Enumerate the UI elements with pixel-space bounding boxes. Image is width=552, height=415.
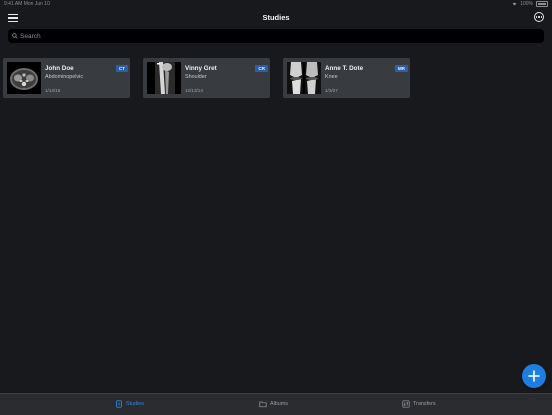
- study-date: 1/3/07: [325, 88, 338, 93]
- search-input[interactable]: [20, 29, 540, 43]
- tab-bar: Studies Albums Transfers: [0, 393, 552, 415]
- study-card[interactable]: Anne T. Dote Knee 1/3/07 MR: [283, 58, 410, 98]
- study-date: 1/14/16: [45, 88, 61, 93]
- nav-header: Studies: [0, 8, 552, 28]
- patient-name: John Doe: [45, 65, 74, 72]
- more-options-button[interactable]: [534, 12, 544, 22]
- body-part: Shoulder: [185, 74, 207, 80]
- modality-badge: MR: [394, 65, 408, 72]
- tab-studies[interactable]: Studies: [115, 400, 144, 408]
- tab-transfers[interactable]: Transfers: [402, 400, 436, 408]
- status-indicators: 100%: [512, 1, 548, 7]
- page-title: Studies: [262, 13, 290, 22]
- mri-thumbnail: [287, 62, 321, 94]
- study-list: John Doe Abdominopelvic 1/14/16 CT Vinny…: [3, 58, 410, 98]
- body-part: Knee: [325, 74, 338, 80]
- search-bar: [8, 29, 544, 43]
- study-card[interactable]: John Doe Abdominopelvic 1/14/16 CT: [3, 58, 130, 98]
- study-date: 12/13/14: [185, 88, 203, 93]
- patient-name: Vinny Gret: [185, 65, 217, 72]
- modality-badge: CR: [255, 65, 268, 72]
- tab-label: Studies: [126, 401, 144, 407]
- transfers-icon: [402, 400, 410, 408]
- ellipsis-icon-dot: [540, 16, 542, 18]
- body-part: Abdominopelvic: [45, 74, 84, 80]
- plus-icon: [528, 370, 540, 382]
- wifi-icon: [512, 2, 517, 6]
- ellipsis-icon-dot: [538, 16, 540, 18]
- study-card[interactable]: Vinny Gret Shoulder 12/13/14 CR: [143, 58, 270, 98]
- ellipsis-icon-dot: [536, 16, 538, 18]
- status-bar: 9:41 AM Mon Jun 10 100%: [0, 0, 552, 8]
- status-time: 9:41 AM Mon Jun 10: [4, 1, 50, 7]
- tab-albums[interactable]: Albums: [259, 400, 288, 408]
- xray-thumbnail: [147, 62, 181, 94]
- tab-label: Transfers: [413, 401, 436, 407]
- tab-label: Albums: [270, 401, 288, 407]
- patient-name: Anne T. Dote: [325, 65, 364, 72]
- add-study-button[interactable]: [522, 364, 546, 388]
- battery-icon: [536, 1, 548, 7]
- modality-badge: CT: [115, 65, 128, 72]
- search-icon: [12, 32, 18, 39]
- studies-icon: [116, 400, 122, 408]
- battery-percent: 100%: [520, 1, 533, 7]
- ct-scan-thumbnail: [7, 62, 41, 94]
- albums-icon: [259, 401, 267, 408]
